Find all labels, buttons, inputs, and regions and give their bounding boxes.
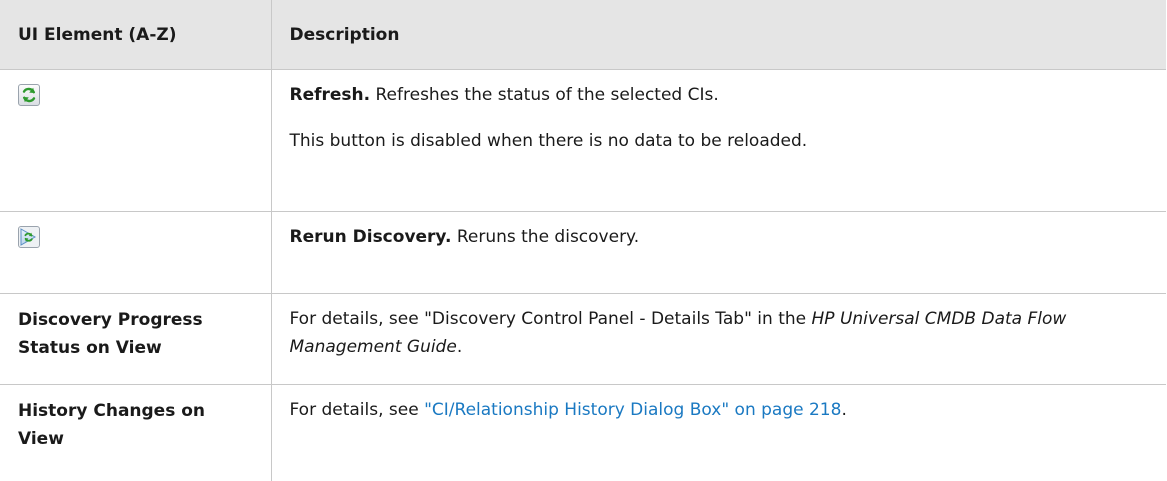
description-text: For details, see "Discovery Control Pane… [290,305,1149,361]
rerun-discovery-icon [18,226,40,248]
term-label: Rerun Discovery. [290,227,452,247]
term-label: Refresh. [290,85,371,105]
refresh-icon [18,84,40,106]
description-end: . [841,400,846,420]
description-cell: For details, see "Discovery Control Pane… [271,294,1166,385]
element-label: History Changes on View [0,385,271,481]
table-row-rerun-discovery: Rerun Discovery. Reruns the discovery. [0,212,1166,294]
table-header-row: UI Element (A-Z) Description [0,0,1166,70]
ui-elements-table: UI Element (A-Z) Description [0,0,1166,481]
description-body: For details, see "Discovery Control Pane… [290,309,812,329]
description-text: Rerun Discovery. Reruns the discovery. [290,223,1149,251]
element-cell [0,212,271,294]
table-row-history-changes: History Changes on View For details, see… [0,385,1166,481]
description-cell: Refresh. Refreshes the status of the sel… [271,70,1166,212]
cross-reference-link[interactable]: "CI/Relationship History Dialog Box" on … [424,400,841,420]
description-text: For details, see "CI/Relationship Histor… [290,396,1149,424]
element-cell [0,70,271,212]
description-cell: For details, see "CI/Relationship Histor… [271,385,1166,481]
element-label: Discovery Progress Status on View [0,294,271,385]
column-header-ui-element: UI Element (A-Z) [0,0,271,70]
description-body: Reruns the discovery. [451,227,639,247]
description-note: This button is disabled when there is no… [290,127,1149,155]
table-row-discovery-progress: Discovery Progress Status on View For de… [0,294,1166,385]
description-end: . [457,337,462,357]
table-row-refresh: Refresh. Refreshes the status of the sel… [0,70,1166,212]
description-body: For details, see [290,400,425,420]
description-body: Refreshes the status of the selected CIs… [370,85,719,105]
column-header-description: Description [271,0,1166,70]
description-text: Refresh. Refreshes the status of the sel… [290,81,1149,109]
description-cell: Rerun Discovery. Reruns the discovery. [271,212,1166,294]
